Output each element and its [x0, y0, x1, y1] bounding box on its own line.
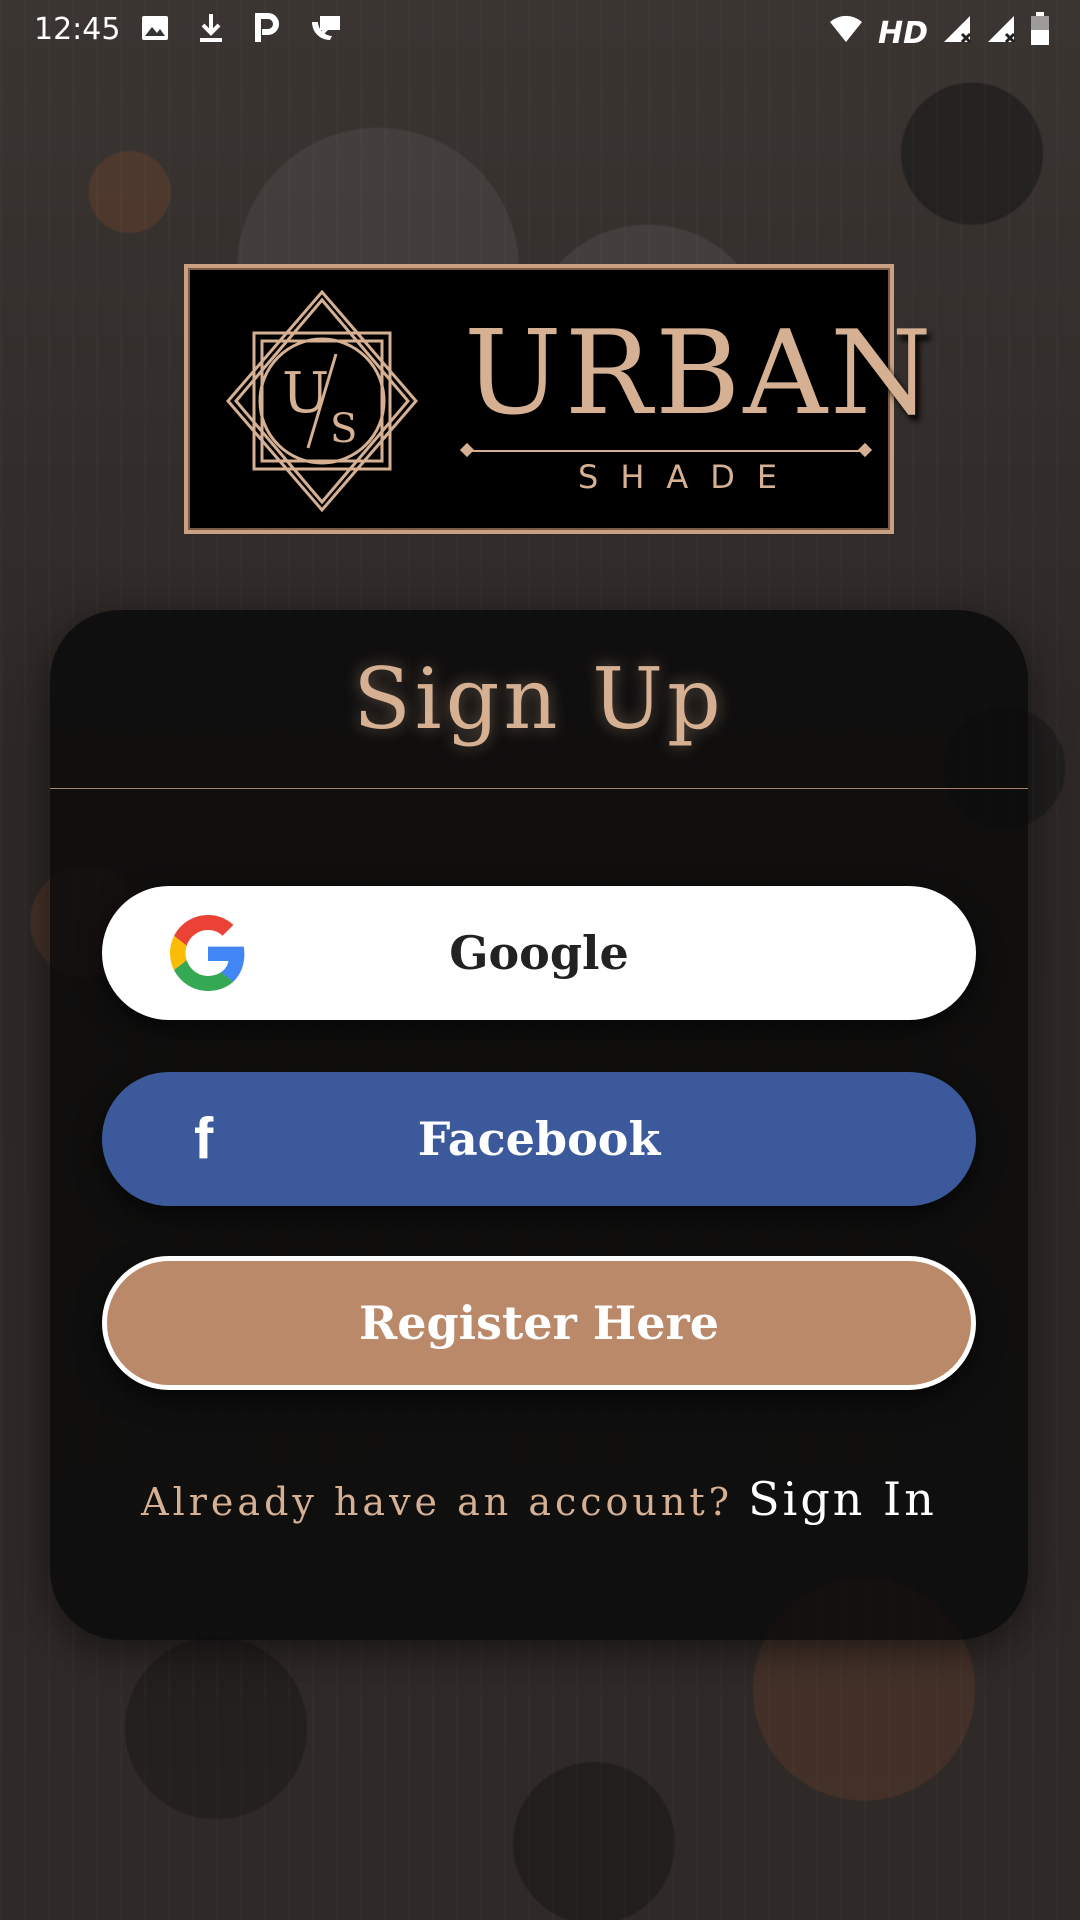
signup-card: Sign Up Google f Facebook Register Here …	[50, 610, 1028, 1640]
page-title: Sign Up	[353, 650, 725, 748]
system-icons: HD	[828, 12, 1050, 55]
download-icon	[196, 12, 226, 53]
network-type-label: HD	[877, 15, 928, 51]
monogram-u: U	[282, 361, 329, 426]
brand-divider	[468, 450, 864, 452]
signin-prompt-row: Already have an account? Sign In	[50, 1472, 1028, 1526]
google-signup-button[interactable]: Google	[102, 886, 976, 1020]
facebook-icon: f	[194, 1106, 214, 1172]
status-time: 12:45	[34, 12, 121, 47]
monogram-s: S	[330, 406, 357, 452]
facebook-button-label: Facebook	[417, 1112, 661, 1166]
urban-shade-logo: U S URBAN SHADE	[184, 264, 932, 534]
battery-icon	[1030, 12, 1050, 55]
signal-icon	[986, 14, 1016, 53]
signin-link[interactable]: Sign In	[748, 1472, 937, 1526]
google-icon	[170, 915, 245, 991]
monogram-emblem-icon: U S	[226, 289, 418, 513]
google-button-label: Google	[449, 926, 629, 980]
parking-icon	[252, 12, 282, 53]
wifi-icon	[828, 14, 864, 53]
register-button-label: Register Here	[358, 1296, 720, 1350]
title-divider	[50, 788, 1028, 789]
signal-icon	[942, 14, 972, 53]
register-button[interactable]: Register Here	[102, 1256, 976, 1390]
facebook-signup-button[interactable]: f Facebook	[102, 1072, 976, 1206]
notification-icons	[140, 12, 344, 53]
chat-bubble-icon	[308, 12, 344, 53]
status-bar: 12:45 HD	[0, 0, 1080, 62]
signin-prompt-text: Already have an account?	[141, 1480, 734, 1524]
brand-subtitle: SHADE	[578, 458, 800, 496]
image-icon	[140, 13, 170, 52]
brand-name: URBAN	[464, 306, 935, 441]
